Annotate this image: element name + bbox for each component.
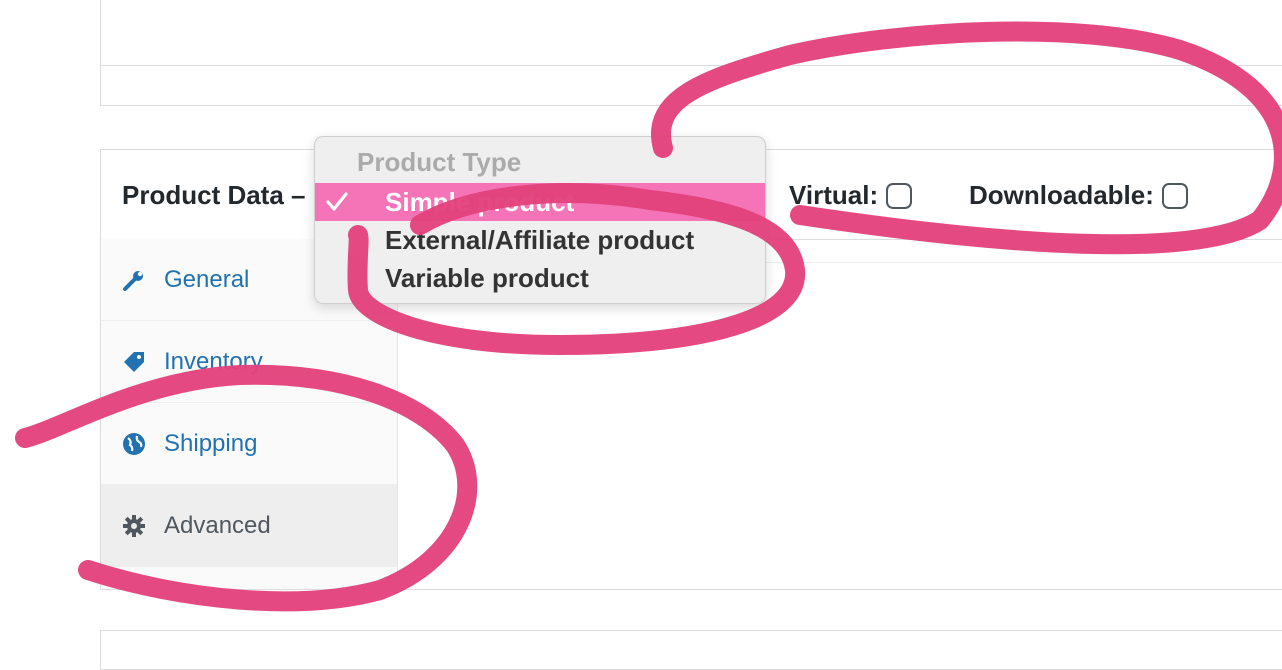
globe-icon [121, 431, 147, 457]
product-type-dropdown[interactable]: Product Type Simple product External/Aff… [314, 136, 766, 304]
tab-shipping[interactable]: Shipping [101, 403, 397, 485]
previous-postbox [100, 0, 1282, 106]
option-simple-product[interactable]: Simple product [315, 183, 765, 221]
product-type-group-label: Product Type [357, 147, 522, 177]
divider [101, 65, 1282, 66]
downloadable-label: Downloadable: [969, 180, 1154, 210]
tab-inventory-label: Inventory [164, 347, 263, 375]
downloadable-option[interactable]: Downloadable: [969, 180, 1188, 211]
virtual-checkbox[interactable] [886, 182, 913, 209]
gear-icon [121, 513, 147, 539]
option-label: Simple product [385, 187, 575, 217]
option-variable-product[interactable]: Variable product [315, 259, 765, 297]
checkmark-icon [325, 183, 349, 221]
option-label: External/Affiliate product [385, 225, 695, 255]
tab-advanced[interactable]: Advanced [101, 485, 397, 567]
option-external-affiliate-product[interactable]: External/Affiliate product [315, 221, 765, 259]
tab-general-label: General [164, 265, 250, 293]
option-label: Variable product [385, 263, 589, 293]
virtual-option[interactable]: Virtual: [789, 180, 913, 211]
virtual-label: Virtual: [789, 180, 879, 210]
tab-advanced-label: Advanced [164, 511, 271, 539]
next-postbox [100, 630, 1282, 670]
panel-title: Product Data – [122, 180, 306, 210]
tab-shipping-label: Shipping [164, 429, 258, 457]
tag-icon [121, 349, 147, 375]
downloadable-checkbox[interactable] [1161, 182, 1188, 209]
tab-inventory[interactable]: Inventory [101, 321, 397, 403]
wrench-icon [121, 267, 147, 293]
